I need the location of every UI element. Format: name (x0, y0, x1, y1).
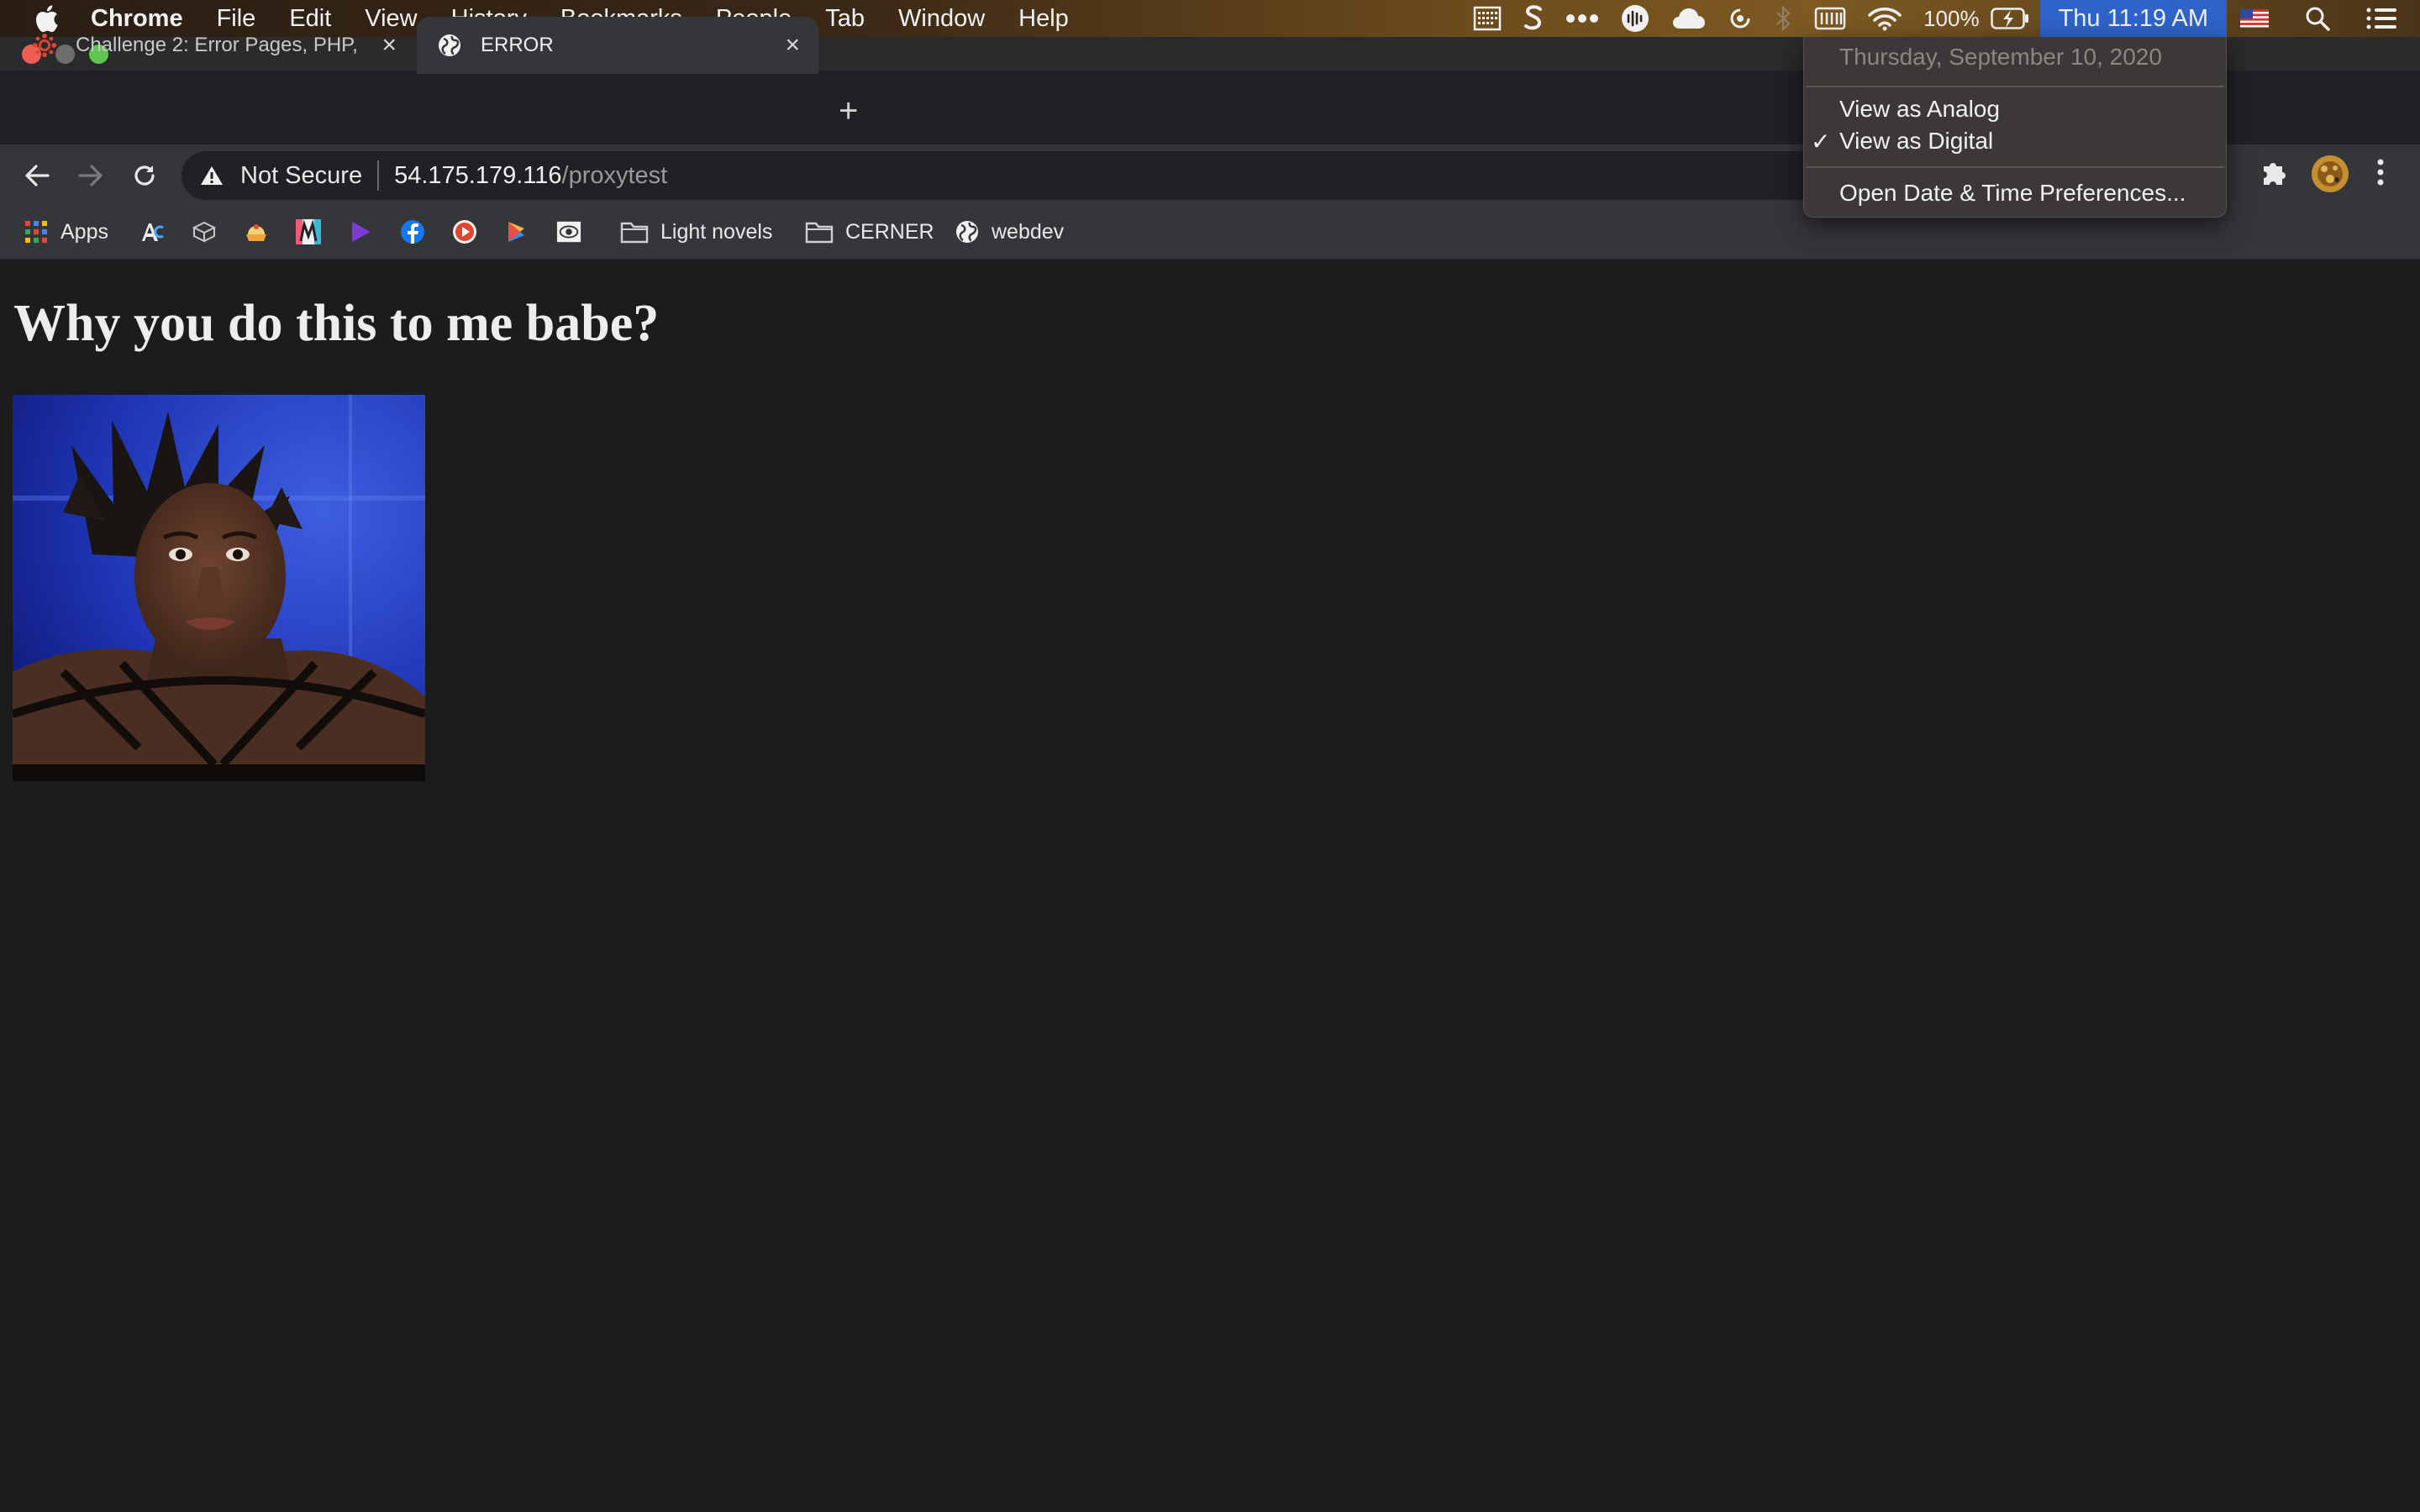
flag-icon[interactable] (2240, 9, 2269, 28)
bookmark-label: Apps (60, 219, 108, 244)
bookmark-box[interactable] (192, 215, 229, 249)
calendar-icon[interactable] (1473, 6, 1502, 31)
cloud-icon[interactable] (1671, 7, 1707, 30)
folder-icon (805, 219, 834, 244)
canvas-favicon-icon (32, 33, 57, 58)
battery-percent[interactable]: 100% (1923, 6, 1980, 32)
new-tab-button[interactable]: + (839, 94, 858, 128)
folder-icon (620, 219, 649, 244)
tab-close-icon[interactable]: × (785, 31, 800, 60)
bookmark-folder-cerner[interactable]: CERNER (805, 215, 934, 249)
keyboard-icon[interactable] (1814, 7, 1846, 30)
menu-window[interactable]: Window (898, 0, 985, 37)
clock-menu: Thursday, September 10, 2020 View as Ana… (1803, 37, 2227, 218)
play-icon (348, 219, 373, 244)
bookmark-m[interactable] (296, 215, 333, 249)
bookmark-eye[interactable] (556, 215, 593, 249)
spotlight-icon[interactable] (2305, 6, 2330, 31)
spinner-icon[interactable] (1728, 7, 1752, 30)
bookmark-google-play[interactable] (504, 215, 541, 249)
security-label[interactable]: Not Secure (240, 162, 362, 190)
bookmark-label: webdev (992, 219, 1065, 244)
bookmark-webdev[interactable]: webdev (955, 215, 1064, 249)
bluetooth-icon[interactable] (1774, 5, 1792, 32)
pie-icon (244, 219, 269, 244)
clock-menu-date: Thursday, September 10, 2020 (1839, 44, 2162, 70)
youtube-play-icon (452, 219, 477, 244)
bookmark-facebook[interactable] (400, 215, 437, 249)
battery-icon[interactable] (1990, 8, 2029, 29)
eye-icon (556, 219, 581, 244)
puzzle-icon[interactable] (2260, 158, 2289, 186)
warning-icon[interactable] (200, 165, 224, 186)
menu-dots-icon[interactable] (2375, 158, 2386, 186)
tab-challenge-2[interactable]: Challenge 2: Error Pages, PHP, × (0, 17, 415, 74)
wifi-icon[interactable] (1868, 6, 1902, 31)
tab-title: Challenge 2: Error Pages, PHP, (76, 34, 358, 56)
atcoder-icon (139, 219, 165, 244)
url-host[interactable]: 54.175.179.116 (394, 162, 561, 190)
bookmark-play[interactable] (348, 215, 385, 249)
menu-separator (1806, 86, 2224, 87)
back-icon[interactable] (18, 157, 55, 194)
bookmark-folder-light-novels[interactable]: Light novels (620, 215, 772, 249)
url-path[interactable]: /proxytest (562, 162, 668, 190)
menu-tab[interactable]: Tab (825, 0, 865, 37)
bookmark-atcoder[interactable] (139, 215, 176, 249)
profile-avatar[interactable] (2311, 155, 2349, 193)
bookmark-label: Light novels (660, 219, 773, 244)
reload-icon[interactable] (126, 157, 163, 194)
globe-icon (955, 219, 980, 244)
view-as-digital-item[interactable]: View as Digital (1839, 128, 1993, 155)
menubar-clock[interactable]: Thu 11:19 AM (2039, 0, 2227, 37)
m-logo-icon (296, 219, 321, 244)
bookmark-youtube[interactable] (452, 215, 489, 249)
bookmark-label: CERNER (845, 219, 934, 244)
globe-icon (437, 33, 462, 58)
tab-close-icon[interactable]: × (381, 31, 397, 60)
tab-error[interactable]: ERROR × (417, 17, 818, 74)
audio-icon[interactable] (1621, 4, 1649, 33)
forward-icon[interactable] (72, 157, 109, 194)
box-icon (192, 219, 217, 244)
open-date-time-preferences-item[interactable]: Open Date & Time Preferences... (1839, 180, 2186, 207)
scrivener-icon[interactable] (1523, 4, 1544, 33)
facebook-icon (400, 219, 425, 244)
status-area: 100% Thu 11:19 AM (1462, 0, 2420, 37)
menu-help[interactable]: Help (1018, 0, 1069, 37)
tab-title: ERROR (481, 34, 554, 56)
notification-list-icon[interactable] (2366, 7, 2396, 30)
menu-separator (1806, 166, 2224, 168)
reaction-photo (13, 395, 425, 781)
page-heading: Why you do this to me babe? (13, 295, 660, 352)
dots-icon[interactable] (1565, 13, 1599, 24)
bookmark-pie[interactable] (244, 215, 281, 249)
google-play-icon (504, 219, 529, 244)
omnibox-divider (377, 160, 380, 191)
bookmark-apps[interactable]: Apps (24, 215, 108, 249)
apps-grid-icon (24, 219, 49, 244)
checkmark-icon: ✓ (1811, 129, 1831, 155)
view-as-analog-item[interactable]: View as Analog (1839, 96, 2000, 123)
